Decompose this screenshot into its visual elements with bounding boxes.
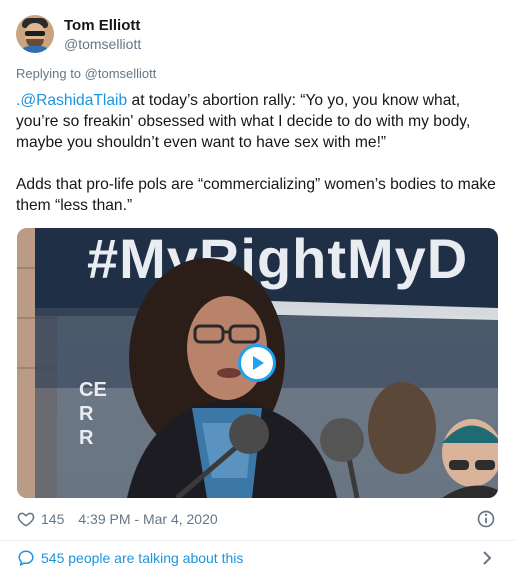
tweet-paragraph-2: Adds that pro-life pols are “commerciali… xyxy=(16,176,496,214)
reply-prefix: Replying to xyxy=(16,66,85,81)
sign-fragment-line-3: R xyxy=(79,427,94,449)
mention-link[interactable]: @RashidaTlaib xyxy=(20,92,127,109)
banner-text: #MyRightMyD xyxy=(87,228,468,290)
tweet-text: .@RashidaTlaib at today’s abortion rally… xyxy=(16,90,502,216)
conversation-link[interactable]: 545 people are talking about this xyxy=(17,548,498,568)
divider xyxy=(0,540,515,541)
sign-fragment-line-2: R xyxy=(79,403,94,425)
tweet-paragraph-1: .@RashidaTlaib at today’s abortion rally… xyxy=(16,90,502,153)
replying-to: Replying to @tomselliott xyxy=(16,66,156,81)
reply-mention-link[interactable]: @tomselliott xyxy=(85,66,157,81)
author-handle[interactable]: @tomselliott xyxy=(64,35,141,53)
like-count[interactable]: 145 xyxy=(41,511,64,527)
info-icon[interactable] xyxy=(476,509,496,529)
sign-fragment-line-1: CE xyxy=(79,379,107,401)
author-block[interactable]: Tom Elliott @tomselliott xyxy=(64,16,141,53)
speech-bubble-icon xyxy=(18,550,34,567)
tweet-header: Tom Elliott @tomselliott xyxy=(16,12,141,56)
tweet-card: Tom Elliott @tomselliott Replying to @to… xyxy=(0,0,515,571)
timestamp[interactable]: 4:39 PM - Mar 4, 2020 xyxy=(78,511,217,527)
heart-icon[interactable] xyxy=(17,510,35,528)
play-icon xyxy=(253,356,264,370)
play-button[interactable] xyxy=(238,344,276,382)
talking-count-text[interactable]: 545 people are talking about this xyxy=(41,550,243,566)
tweet-meta: 145 4:39 PM - Mar 4, 2020 xyxy=(17,508,498,530)
author-name[interactable]: Tom Elliott xyxy=(64,16,141,35)
chevron-right-icon[interactable] xyxy=(480,550,494,566)
avatar[interactable] xyxy=(16,15,54,53)
